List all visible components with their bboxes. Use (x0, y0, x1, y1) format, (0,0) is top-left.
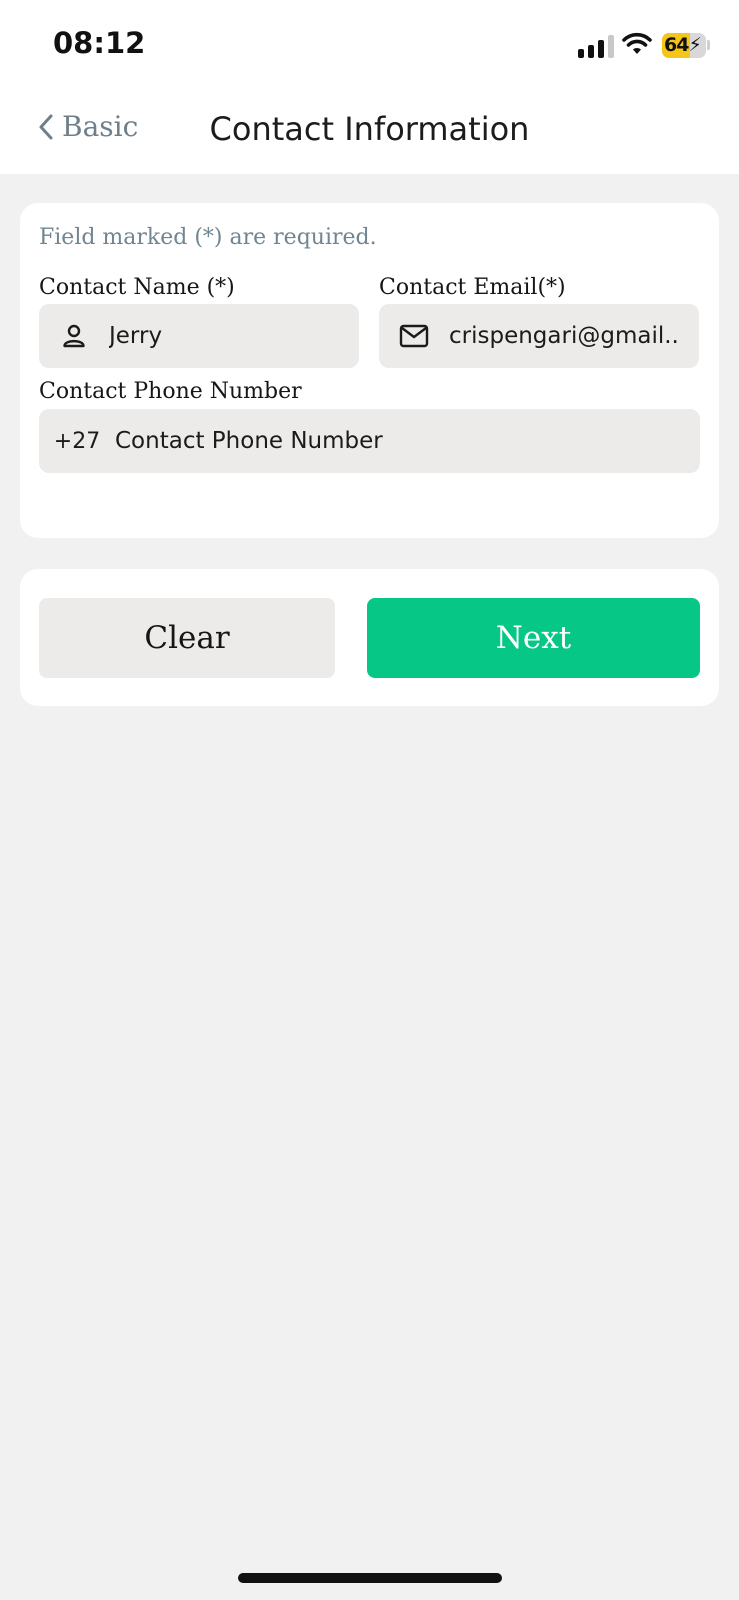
battery-level: 64 (664, 34, 689, 56)
required-hint: Field marked (*) are required. (39, 225, 377, 250)
contact-email-value: crispengari@gmail... (449, 323, 681, 349)
page-title: Contact Information (209, 110, 530, 148)
contact-form-card: Field marked (*) are required. Contact N… (20, 203, 719, 538)
contact-email-label: Contact Email(*) (379, 275, 566, 300)
actions-card: Clear Next (20, 569, 719, 706)
contact-name-value: Jerry (109, 323, 163, 349)
mail-icon (399, 324, 429, 348)
next-button[interactable]: Next (367, 598, 700, 678)
contact-name-label: Contact Name (*) (39, 275, 235, 300)
cellular-signal-icon (578, 34, 614, 58)
contact-phone-placeholder: Contact Phone Number (115, 428, 383, 454)
clear-button[interactable]: Clear (39, 598, 335, 678)
battery-nub (707, 40, 710, 50)
battery-icon: 64⚡ (662, 33, 706, 58)
home-indicator (238, 1573, 502, 1583)
status-time: 08:12 (53, 26, 146, 60)
person-icon (63, 324, 85, 348)
top-bar: 08:12 64⚡ Basic Contact Information (0, 0, 739, 174)
contact-phone-label: Contact Phone Number (39, 379, 302, 404)
country-code[interactable]: +27 (39, 429, 115, 454)
contact-phone-field[interactable]: +27 Contact Phone Number (39, 409, 700, 473)
contact-name-field[interactable]: Jerry (39, 304, 359, 368)
wifi-icon (622, 32, 652, 54)
contact-email-field[interactable]: crispengari@gmail... (379, 304, 699, 368)
